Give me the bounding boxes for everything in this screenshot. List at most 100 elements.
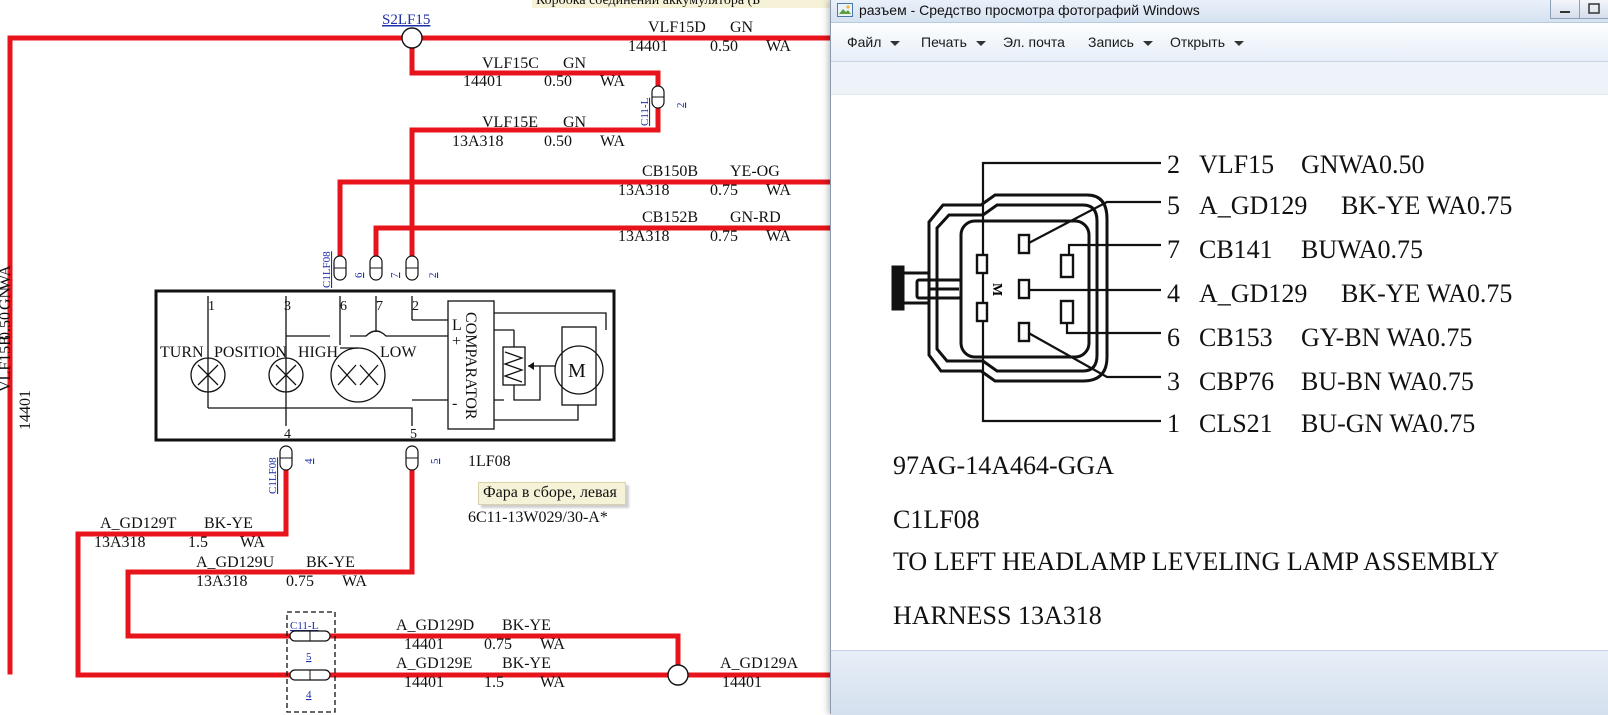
headlamp-component[interactable]: 1 3 6 7 2 TURN POSITION HIGH LOW COMPARA… [154, 289, 616, 442]
image-canvas[interactable]: M 2 VLF15 GNWA0.50 5 A_GD129 BK-YE WA0.7… [831, 95, 1608, 650]
svg-text:CBP76: CBP76 [1199, 367, 1274, 396]
svg-text:BU-GN WA0.75: BU-GN WA0.75 [1301, 409, 1475, 438]
svg-text:0.50: 0.50 [0, 312, 14, 340]
chevron-down-icon [975, 40, 986, 46]
maximize-icon [1588, 3, 1600, 14]
svg-text:A_GD129T: A_GD129T [100, 515, 177, 532]
photo-viewer-icon [837, 3, 853, 17]
c11l-bottom-connector[interactable]: C11-L 5 4 [286, 611, 336, 713]
wiring-diagram-svg: Коробка соединений аккумулятора (Б S2LF1… [0, 0, 830, 713]
menu-bar: Файл Печать Эл. почта Запись Открыть [831, 23, 1608, 62]
menu-open[interactable]: Открыть [1170, 34, 1244, 50]
svg-text:3: 3 [1167, 367, 1180, 396]
wiring-diagram: Коробка соединений аккумулятора (Б S2LF1… [0, 0, 830, 714]
svg-text:6: 6 [340, 299, 347, 314]
svg-text:4: 4 [1167, 279, 1180, 308]
svg-text:2: 2 [675, 103, 687, 109]
svg-text:CB152B: CB152B [642, 209, 698, 226]
svg-text:5: 5 [429, 458, 441, 464]
svg-text:C1LF08: C1LF08 [267, 457, 279, 494]
svg-text:BK-YE WA0.75: BK-YE WA0.75 [1341, 279, 1512, 308]
svg-text:VLF15D: VLF15D [648, 19, 706, 36]
svg-text:0.50: 0.50 [544, 73, 572, 90]
svg-text:A_GD129A: A_GD129A [720, 655, 799, 672]
c1lf08-top-pins[interactable]: C1LF08 6 7 2 [321, 251, 439, 288]
svg-text:WA: WA [540, 674, 565, 691]
svg-text:5: 5 [306, 651, 312, 663]
svg-text:YE-OG: YE-OG [730, 163, 780, 180]
svg-text:0.50: 0.50 [710, 38, 738, 55]
svg-text:WA: WA [766, 182, 791, 199]
svg-text:C11-L: C11-L [639, 97, 651, 126]
svg-text:5: 5 [1167, 191, 1180, 220]
svg-text:GN: GN [730, 19, 754, 36]
svg-text:POSITION: POSITION [214, 344, 287, 361]
svg-text:14401: 14401 [404, 674, 444, 691]
svg-text:WA: WA [240, 534, 265, 551]
svg-text:CB141: CB141 [1199, 235, 1273, 264]
connector-name: C1LF08 [893, 505, 980, 534]
svg-text:2: 2 [1167, 150, 1180, 179]
connector-description: TO LEFT HEADLAMP LEVELING LAMP ASSEMBLY [893, 547, 1500, 576]
vertical-wire-label: 14401 VLF15B 0.50 GN WA [0, 265, 34, 430]
svg-text:0.75: 0.75 [710, 182, 738, 199]
svg-text:WA: WA [600, 133, 625, 150]
maximize-button[interactable] [1579, 0, 1608, 19]
svg-text:0.75: 0.75 [710, 228, 738, 245]
svg-text:+: + [452, 333, 461, 350]
svg-text:A_GD129: A_GD129 [1199, 191, 1307, 220]
title-bar[interactable]: разъем - Средство просмотра фотографий W… [831, 0, 1608, 23]
svg-text:L: L [452, 317, 462, 334]
svg-text:BK-YE WA0.75: BK-YE WA0.75 [1341, 191, 1512, 220]
pinout-rows: 2 VLF15 GNWA0.50 5 A_GD129 BK-YE WA0.75 … [1167, 150, 1512, 438]
menu-burn[interactable]: Запись [1088, 34, 1153, 50]
component-id: 1LF08 [468, 453, 511, 470]
svg-text:CB153: CB153 [1199, 323, 1273, 352]
chevron-down-icon [1142, 40, 1153, 46]
minimize-button[interactable] [1550, 0, 1580, 19]
svg-text:HIGH: HIGH [298, 344, 338, 361]
top-cut-text: Коробка соединений аккумулятора (Б [536, 0, 760, 8]
svg-text:2: 2 [412, 299, 419, 314]
svg-text:0.75: 0.75 [484, 636, 512, 653]
svg-text:WA: WA [600, 73, 625, 90]
svg-text:GN-RD: GN-RD [730, 209, 781, 226]
svg-text:0.75: 0.75 [286, 573, 314, 590]
svg-text:C11-L: C11-L [290, 620, 319, 632]
menu-print[interactable]: Печать [921, 34, 986, 50]
svg-text:13A318: 13A318 [452, 133, 504, 150]
svg-text:3: 3 [284, 299, 291, 314]
connector-part-number: 97AG-14A464-GGA [893, 451, 1114, 480]
svg-text:7: 7 [376, 299, 383, 314]
svg-text:1.5: 1.5 [484, 674, 504, 691]
svg-text:VLF15C: VLF15C [482, 55, 539, 72]
menu-file[interactable]: Файл [847, 34, 901, 50]
svg-text:5: 5 [410, 427, 417, 442]
c11l-top-pin[interactable]: C11-L 2 [639, 85, 687, 126]
svg-text:CB150B: CB150B [642, 163, 698, 180]
svg-text:7: 7 [389, 272, 401, 278]
harness-label: HARNESS 13A318 [893, 601, 1102, 630]
svg-text:A_GD129D: A_GD129D [396, 617, 474, 634]
svg-text:14401: 14401 [722, 674, 762, 691]
svg-text:BK-YE: BK-YE [204, 515, 253, 532]
svg-text:LOW: LOW [380, 344, 417, 361]
toolbar-strip [831, 62, 1608, 95]
menu-email[interactable]: Эл. почта [1003, 34, 1065, 50]
photo-viewer-window[interactable]: разъем - Средство просмотра фотографий W… [830, 0, 1608, 715]
chevron-down-icon [1233, 40, 1244, 46]
splice-label[interactable]: S2LF15 [382, 12, 430, 28]
svg-text:BUWA0.75: BUWA0.75 [1301, 235, 1423, 264]
svg-text:4: 4 [303, 458, 315, 464]
svg-text:COMPARATOR: COMPARATOR [462, 312, 479, 420]
svg-text:A_GD129U: A_GD129U [196, 554, 275, 571]
svg-text:14401: 14401 [404, 636, 444, 653]
svg-text:A_GD129E: A_GD129E [396, 655, 472, 672]
svg-text:BK-YE: BK-YE [306, 554, 355, 571]
svg-text:1.5: 1.5 [188, 534, 208, 551]
svg-text:WA: WA [766, 38, 791, 55]
svg-text:TURN: TURN [160, 344, 204, 361]
svg-text:GN: GN [563, 55, 587, 72]
svg-text:WA: WA [540, 636, 565, 653]
svg-text:VLF15: VLF15 [1199, 150, 1274, 179]
